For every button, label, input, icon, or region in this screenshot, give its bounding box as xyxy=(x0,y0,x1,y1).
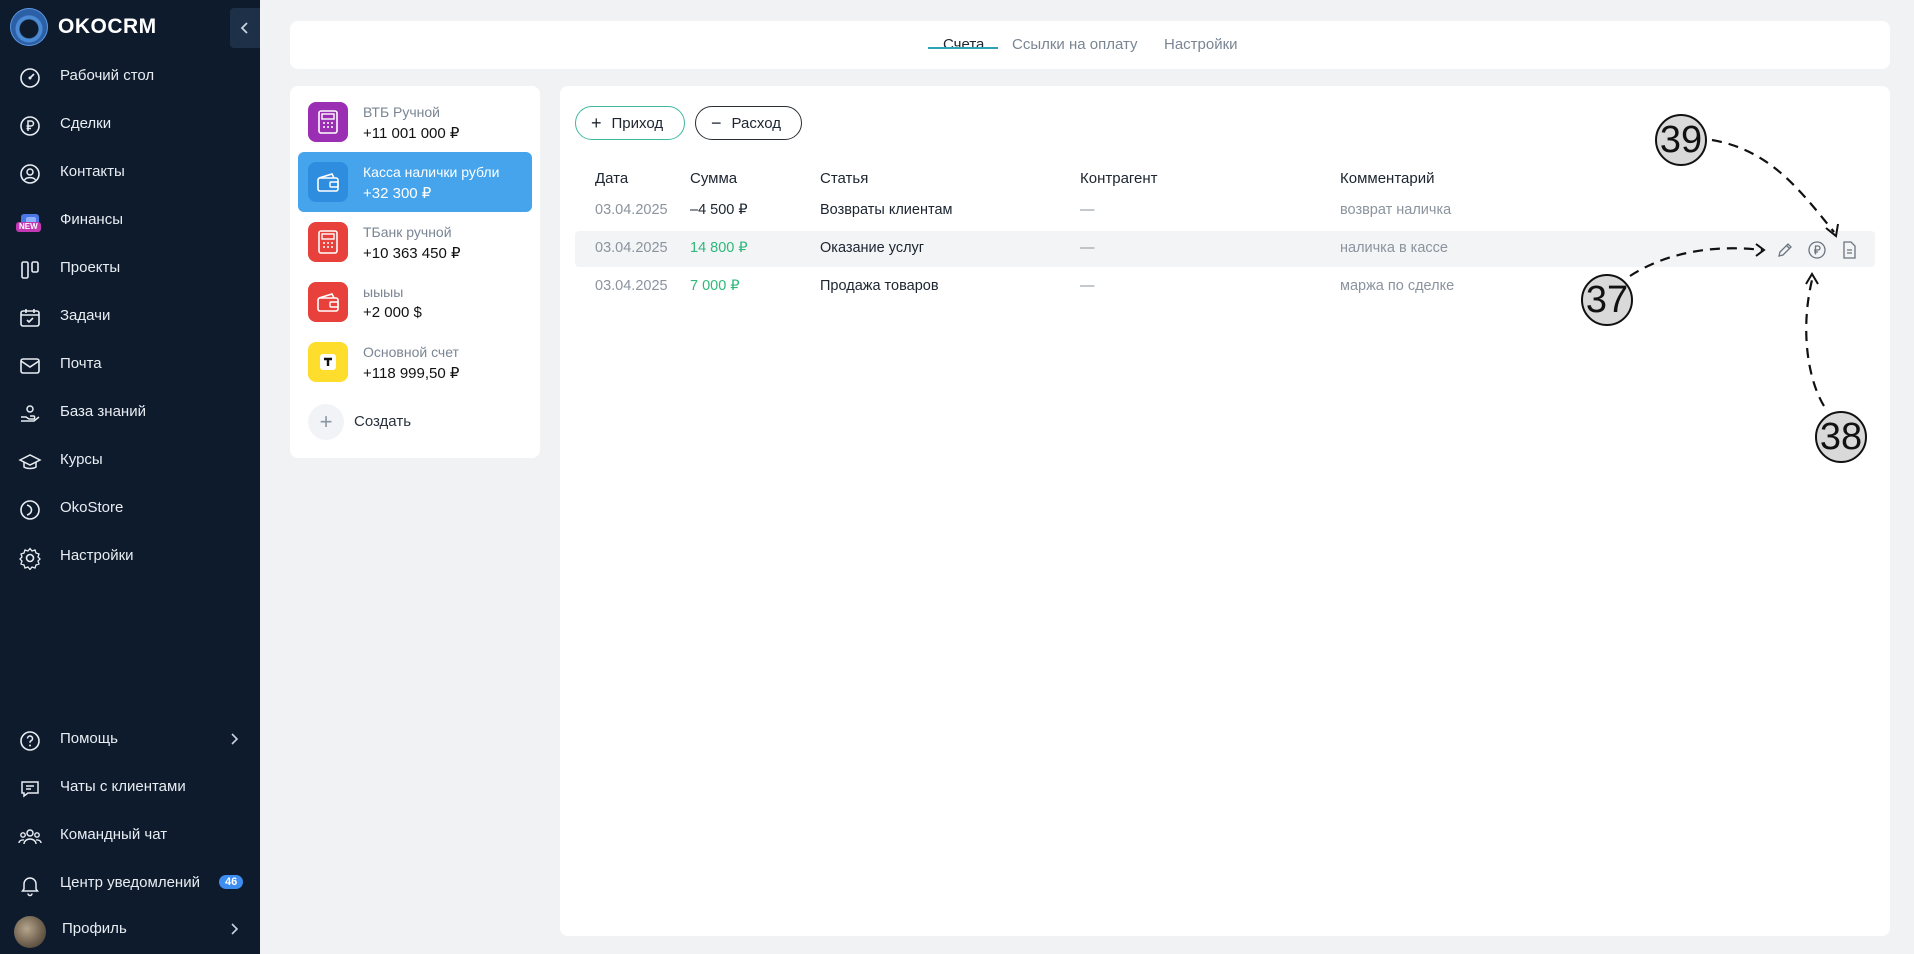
annotation-marker: 37 xyxy=(1581,274,1633,326)
annotation-marker: 38 xyxy=(1815,411,1867,463)
annotation-arrows xyxy=(1629,138,1839,407)
annotation-marker: 39 xyxy=(1655,114,1707,166)
